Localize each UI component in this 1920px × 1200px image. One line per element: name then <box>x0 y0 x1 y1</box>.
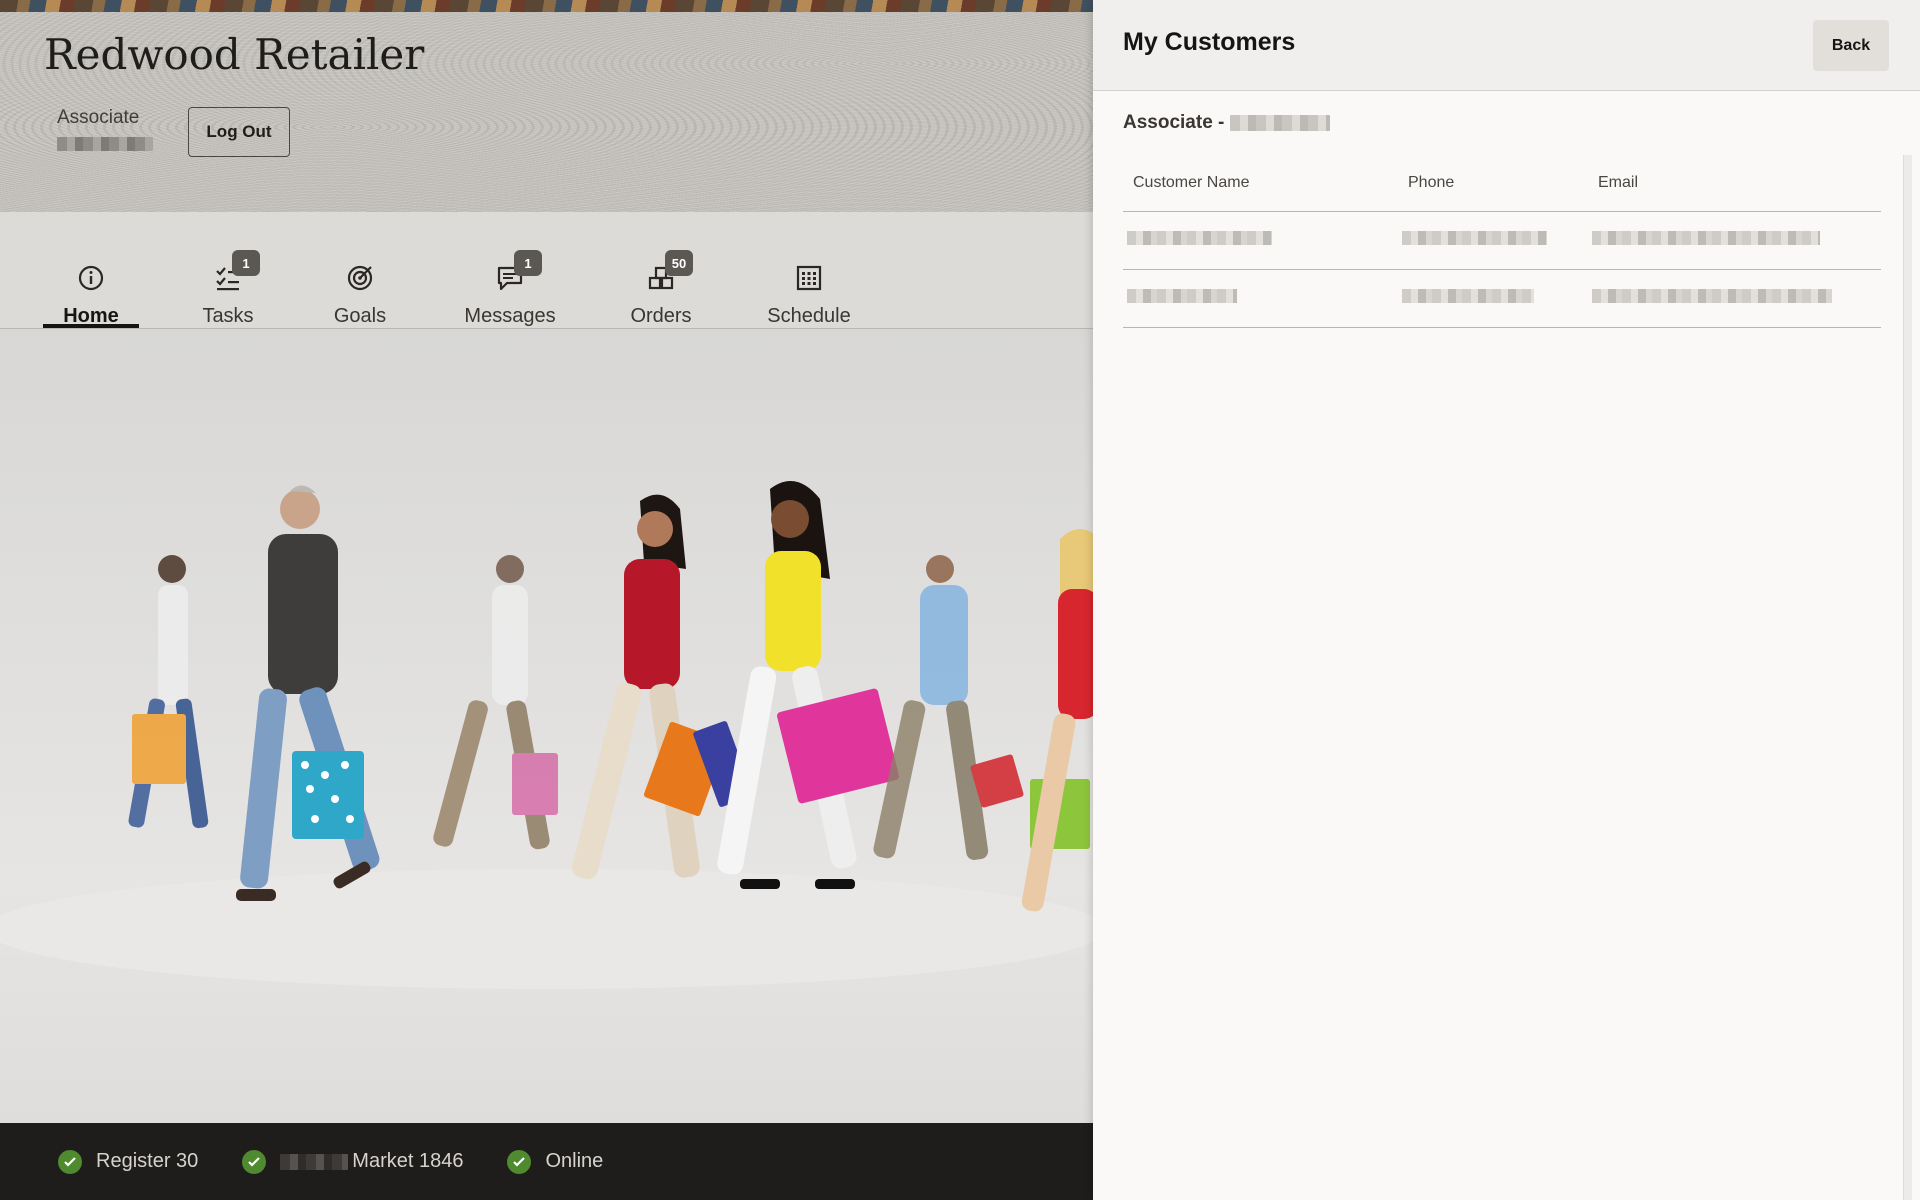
messages-badge: 1 <box>514 250 542 276</box>
redacted-text <box>1127 289 1237 303</box>
customers-table: Customer Name Phone Email <box>1123 155 1881 328</box>
associate-name-redacted <box>1230 115 1331 131</box>
nav-label-tasks: Tasks <box>202 305 254 327</box>
shopper-figure <box>717 481 899 889</box>
main-nav: Home 1 Tasks Goals 1 Messages 50 Orders … <box>0 212 1093 329</box>
phone-cell <box>1398 269 1588 328</box>
drawer-title: My Customers <box>1123 28 1296 56</box>
drawer-scrollbar[interactable] <box>1903 155 1912 1200</box>
active-tab-indicator <box>43 324 139 328</box>
connection-label: Online <box>545 1150 604 1172</box>
logout-button[interactable]: Log Out <box>188 107 290 157</box>
customer-name-cell <box>1123 269 1398 328</box>
column-header-email[interactable]: Email <box>1588 155 1881 212</box>
retail-app: Redwood Retailer Associate Log Out Home … <box>0 0 1093 1200</box>
redacted-text <box>1592 289 1832 303</box>
status-bar: Register 30 Market 1846 Online <box>0 1123 1093 1200</box>
shoppers-illustration <box>0 481 1093 989</box>
associate-prefix: Associate - <box>1123 112 1225 133</box>
email-cell <box>1588 269 1881 328</box>
shopper-figure <box>236 485 380 901</box>
register-label: Register 30 <box>96 1150 199 1172</box>
associate-name-redacted <box>57 137 153 151</box>
column-header-phone[interactable]: Phone <box>1398 155 1588 212</box>
check-circle-icon <box>58 1149 82 1174</box>
table-header-row: Customer Name Phone Email <box>1123 155 1881 212</box>
nav-item-home[interactable]: Home <box>53 212 129 328</box>
store-label: Market 1846 <box>352 1150 464 1172</box>
nav-label-goals: Goals <box>333 305 387 327</box>
nav-label-orders: Orders <box>630 305 692 327</box>
drawer-header: My Customers Back <box>1093 0 1920 91</box>
nav-item-goals[interactable]: Goals <box>330 212 390 328</box>
info-icon <box>78 265 104 290</box>
nav-item-schedule[interactable]: Schedule <box>766 212 852 328</box>
redacted-text <box>1402 289 1534 303</box>
nav-item-tasks[interactable]: 1 Tasks <box>195 212 261 328</box>
my-customers-drawer: My Customers Back Associate - Customer N… <box>1093 0 1920 1200</box>
redacted-text <box>1402 231 1547 245</box>
table-row[interactable] <box>1123 211 1881 270</box>
redacted-text <box>1592 231 1820 245</box>
nav-item-orders[interactable]: 50 Orders <box>625 212 697 328</box>
status-register: Register 30 <box>58 1149 199 1174</box>
associate-label: Associate <box>57 107 140 128</box>
nav-label-messages: Messages <box>464 305 556 327</box>
table-row[interactable] <box>1123 269 1881 328</box>
app-header: Redwood Retailer Associate Log Out <box>0 0 1093 212</box>
email-cell <box>1588 211 1881 270</box>
target-icon <box>347 265 373 290</box>
tasks-badge: 1 <box>232 250 260 276</box>
header-decoration <box>0 0 1093 12</box>
shopper-figure <box>433 555 558 850</box>
status-store: Market 1846 <box>242 1149 464 1174</box>
hero-image <box>0 329 1093 1123</box>
back-button[interactable]: Back <box>1813 20 1889 71</box>
shopper-figure <box>873 555 1024 860</box>
store-name-redacted <box>280 1153 349 1170</box>
status-connection: Online <box>507 1149 604 1174</box>
nav-label-schedule: Schedule <box>767 305 851 327</box>
nav-item-messages[interactable]: 1 Messages <box>463 212 557 328</box>
shopper-figure <box>1021 529 1093 912</box>
associate-info: Associate <box>57 107 153 151</box>
shopper-figure <box>128 555 209 829</box>
customer-name-cell <box>1123 211 1398 270</box>
redacted-text <box>1127 231 1272 245</box>
check-circle-icon <box>507 1149 532 1174</box>
calendar-icon <box>796 265 822 290</box>
column-header-customer-name[interactable]: Customer Name <box>1123 155 1398 212</box>
app-title: Redwood Retailer <box>44 30 425 79</box>
phone-cell <box>1398 211 1588 270</box>
check-circle-icon <box>242 1149 267 1174</box>
orders-badge: 50 <box>665 250 693 276</box>
associate-heading: Associate - <box>1123 112 1331 134</box>
